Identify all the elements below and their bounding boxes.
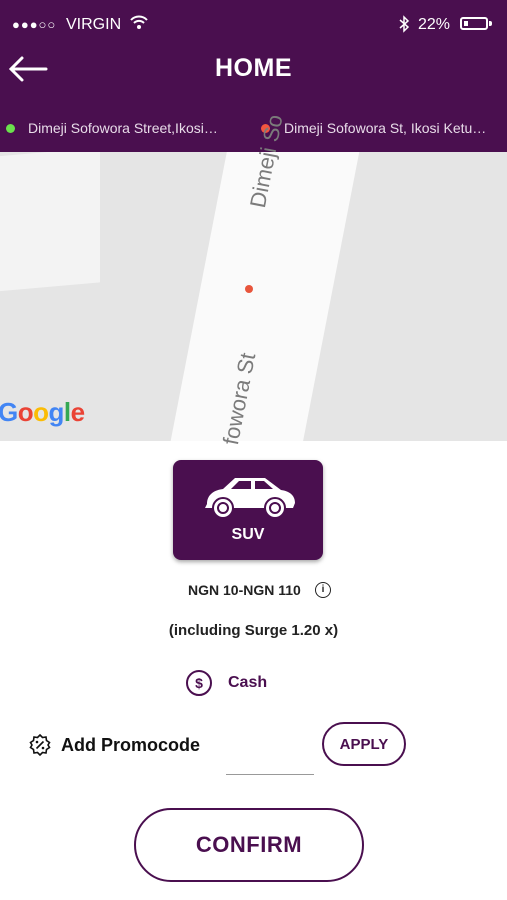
vehicle-type-label: SUV	[231, 526, 265, 543]
page-title: HOME	[215, 54, 292, 82]
vehicle-type-card[interactable]: SUV	[173, 460, 323, 560]
battery-tip	[489, 21, 492, 26]
payment-method[interactable]: Cash	[228, 674, 267, 692]
car-icon	[205, 478, 295, 519]
wifi-icon	[130, 14, 148, 35]
dollar-icon[interactable]: $	[186, 670, 212, 696]
promocode-input[interactable]	[226, 748, 314, 775]
carrier-name: VIRGIN	[66, 16, 122, 33]
map-building-block	[0, 152, 100, 292]
battery-fill	[464, 21, 468, 26]
fare-estimate: NGN 10-NGN 110	[188, 582, 301, 598]
pickup-location[interactable]: Dimeji Sofowora Street,Ikosi…	[28, 120, 238, 140]
promocode-label: Add Promocode	[61, 735, 201, 755]
signal-strength: ●●●○○	[12, 17, 57, 32]
map-location-pin	[245, 285, 253, 293]
dropoff-location[interactable]: Dimeji Sofowora St, Ikosi Ketu…	[284, 120, 506, 140]
status-bar: ●●●○○ VIRGIN 22%	[0, 0, 507, 48]
pickup-dot	[6, 124, 15, 133]
battery-percent: 22%	[418, 16, 451, 33]
info-icon[interactable]: i	[315, 582, 331, 598]
surge-note: (including Surge 1.20 x)	[168, 622, 339, 639]
header: ●●●○○ VIRGIN 22% HOME Dimeji Sofowora St…	[0, 0, 507, 152]
battery-icon	[460, 17, 488, 30]
google-logo: Google	[0, 397, 85, 427]
bluetooth-icon	[398, 15, 410, 38]
apply-button[interactable]: APPLY	[322, 722, 406, 766]
confirm-button[interactable]: CONFIRM	[134, 808, 364, 882]
discount-badge-icon	[29, 733, 51, 757]
